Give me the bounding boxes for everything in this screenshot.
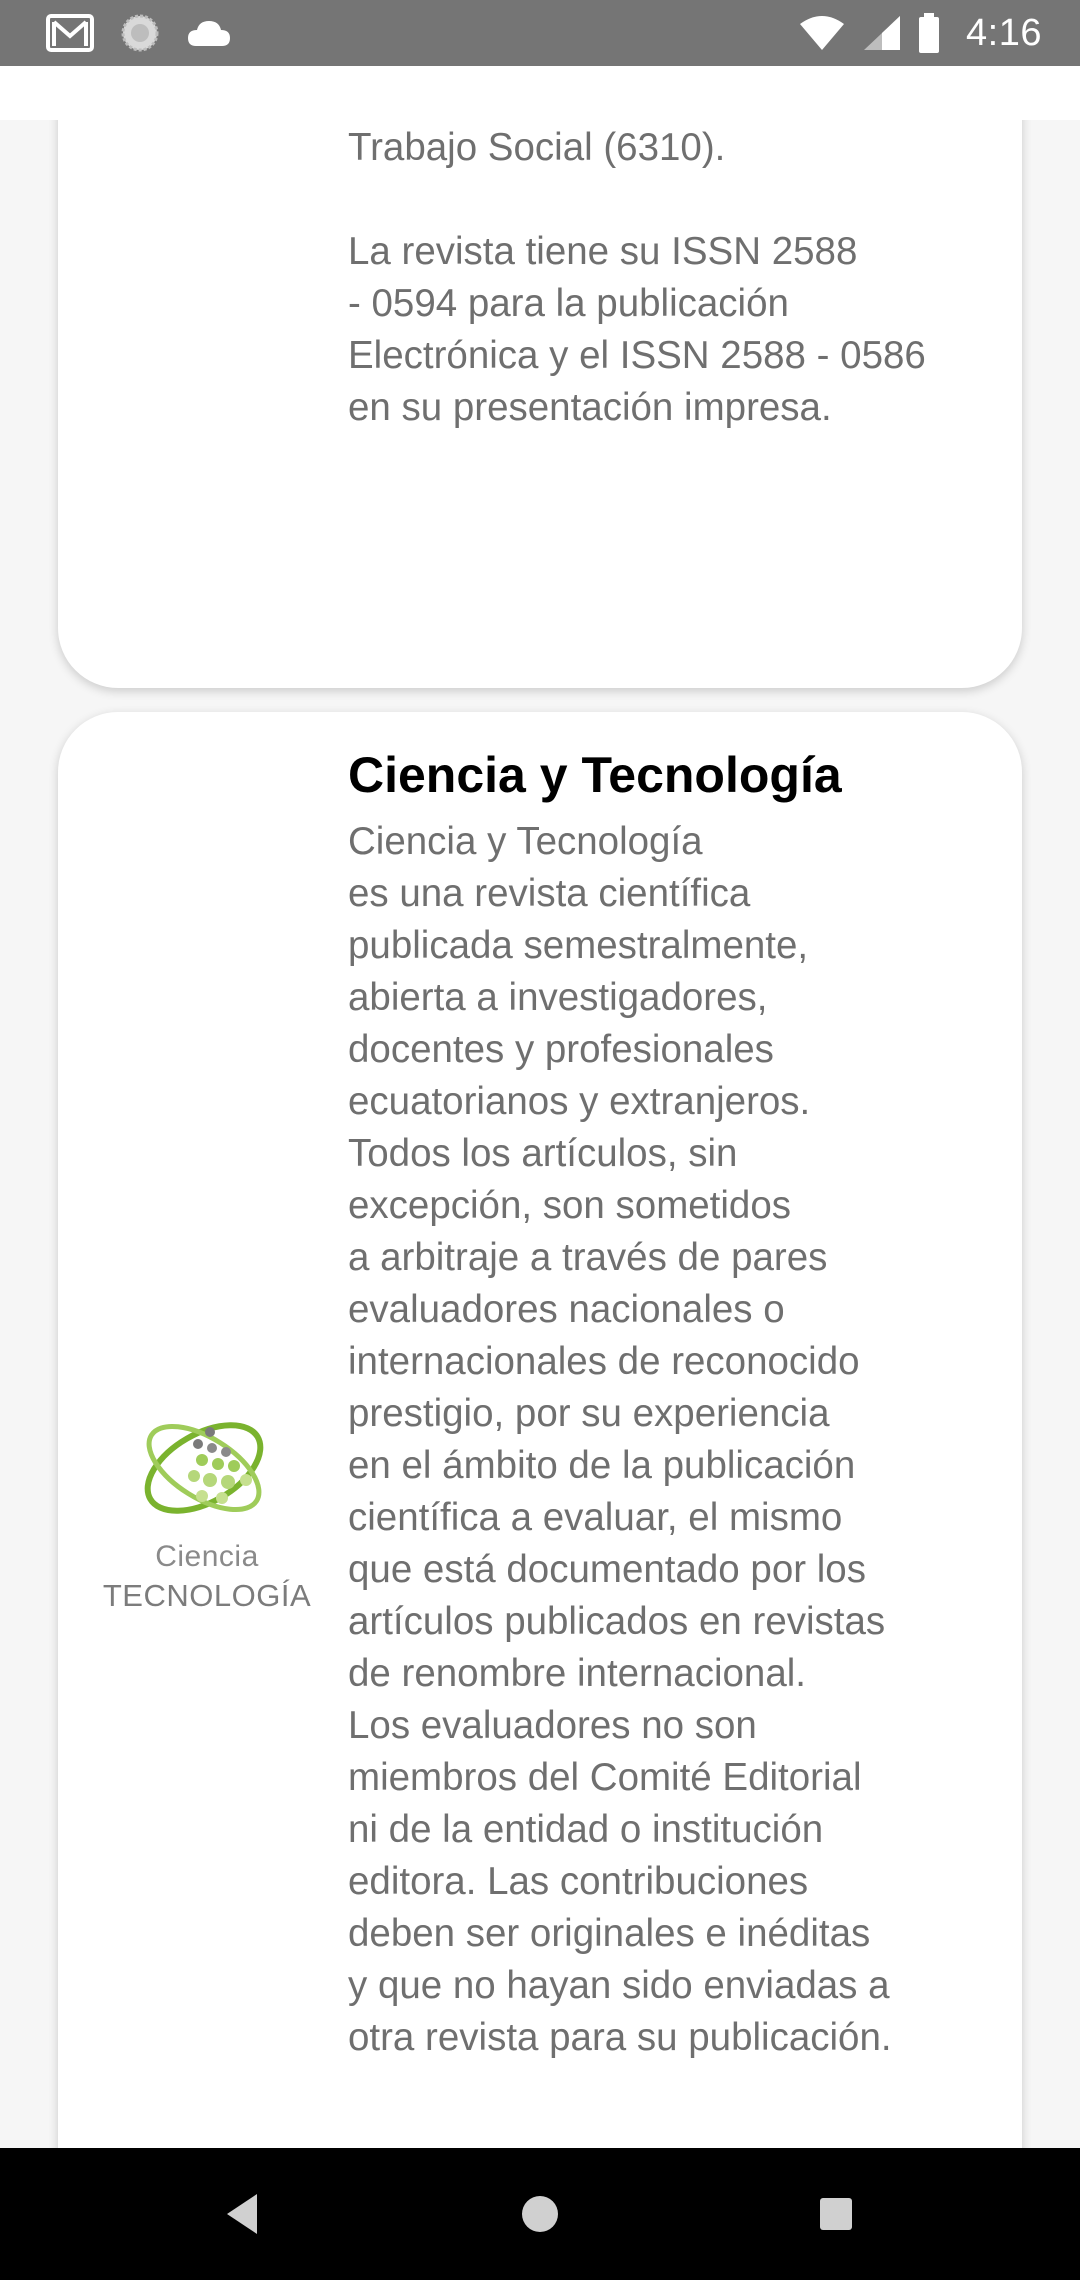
battery-icon — [918, 13, 940, 53]
home-icon — [522, 2196, 558, 2232]
journal-description: Comunicación Social (0565) , Historia ( … — [348, 74, 926, 429]
app-header-strip — [0, 66, 1080, 120]
recents-icon — [820, 2198, 852, 2230]
logo-text-tecnologia: TECNOLOGÍA — [102, 1578, 312, 1613]
back-icon — [227, 2194, 257, 2234]
orbit-logo-icon — [144, 1422, 264, 1514]
journal-card[interactable]: Comunicación Social (0565) , Historia ( … — [58, 66, 1022, 688]
journal-card-ciencia-tecnologia[interactable]: Ciencia TECNOLOGÍA Ciencia y Tecnología … — [58, 712, 1022, 2148]
notification-icons — [46, 12, 232, 54]
cloud-icon — [186, 18, 232, 48]
logo-text-ciencia: Ciencia — [155, 1540, 259, 1573]
sync-icon — [120, 13, 160, 53]
status-bar: 4:16 — [0, 0, 1080, 66]
recents-button[interactable] — [761, 2148, 911, 2280]
home-button[interactable] — [465, 2148, 615, 2280]
gmail-icon — [46, 14, 94, 52]
signal-icon — [862, 14, 902, 52]
journal-description: Ciencia y Tecnología es una revista cien… — [348, 820, 892, 2059]
system-icons: 4:16 — [798, 10, 1042, 56]
wifi-icon — [798, 14, 846, 52]
journal-list[interactable]: Comunicación Social (0565) , Historia ( … — [0, 66, 1080, 2148]
ciencia-tecnologia-logo: Ciencia TECNOLOGÍA — [102, 1402, 312, 1632]
back-button[interactable] — [168, 2148, 318, 2280]
navigation-bar — [0, 2148, 1080, 2280]
journal-title: Ciencia y Tecnología — [348, 747, 842, 803]
clock: 4:16 — [966, 11, 1042, 54]
